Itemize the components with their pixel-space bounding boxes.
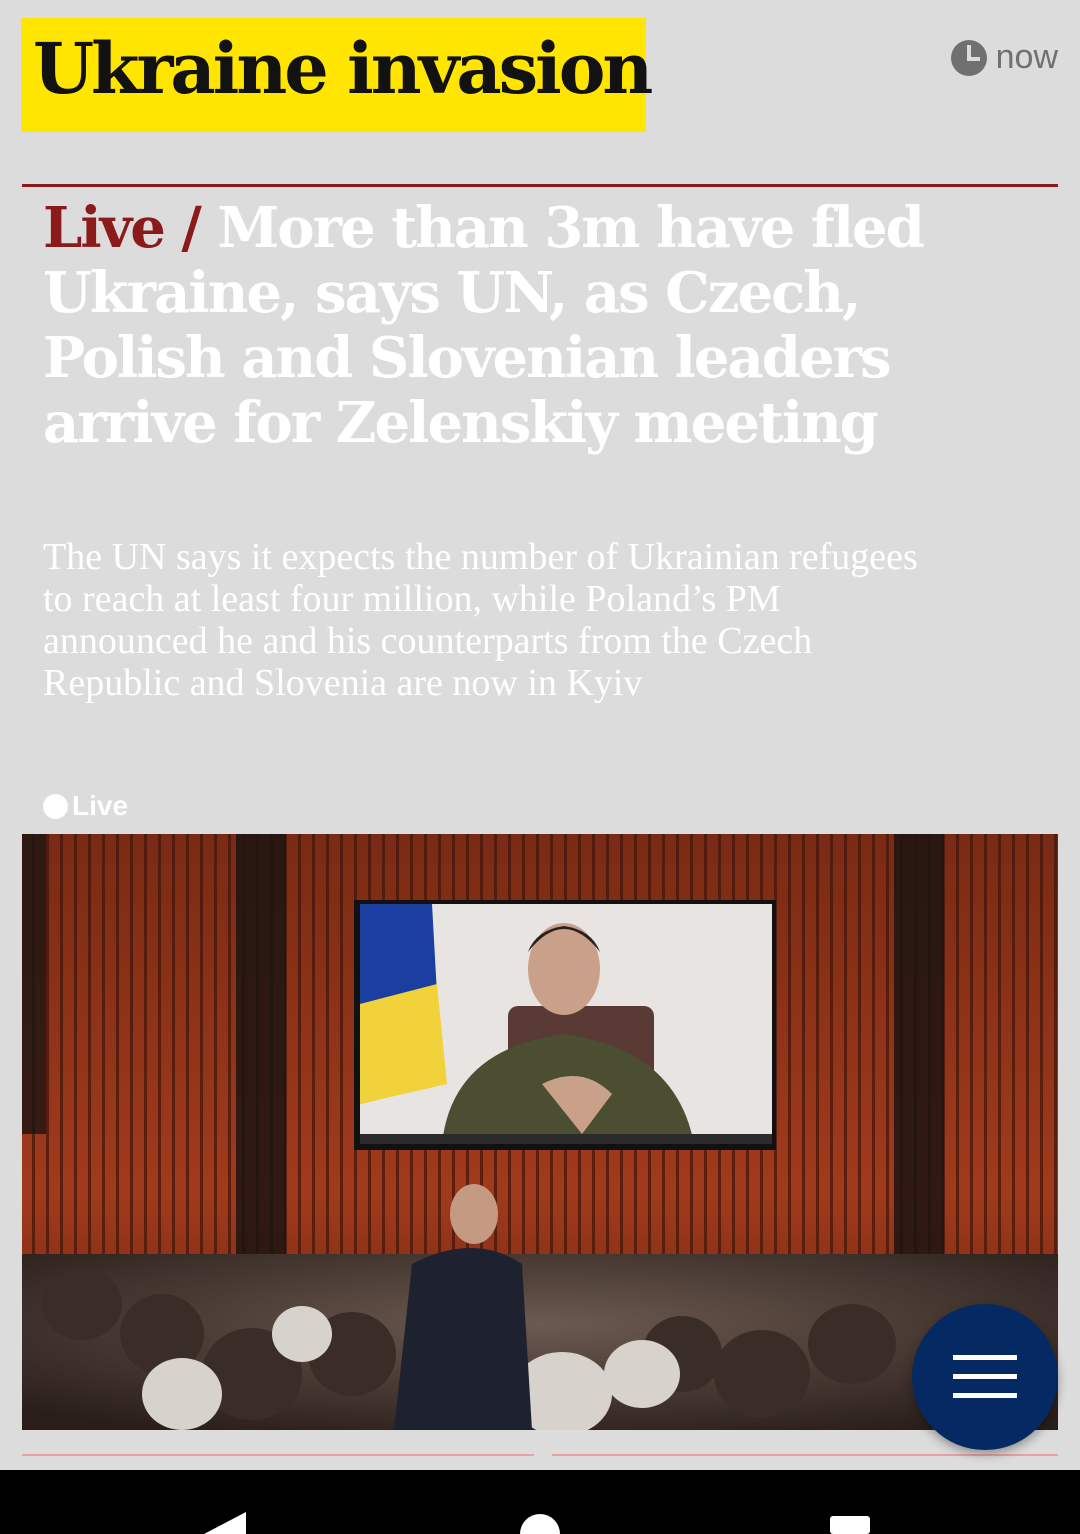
- timestamp-label: now: [995, 38, 1058, 76]
- headline-divider: [22, 184, 1058, 187]
- menu-button[interactable]: [912, 1304, 1058, 1450]
- live-dot-icon: [43, 793, 68, 819]
- divider-left: [22, 1454, 534, 1456]
- live-badge: Live: [43, 790, 128, 822]
- photo-illustration: [22, 834, 1058, 1430]
- article-card[interactable]: Ukraine invasion now Live / More than 3m…: [0, 0, 1080, 1534]
- system-navigation-bar: [0, 1470, 1080, 1534]
- timestamp: now: [950, 38, 1058, 77]
- back-icon[interactable]: [200, 1512, 246, 1534]
- live-badge-label: Live: [72, 790, 129, 821]
- home-icon[interactable]: [520, 1514, 560, 1534]
- divider-right: [552, 1454, 1058, 1456]
- hamburger-menu-icon: [953, 1355, 1017, 1398]
- headline[interactable]: Live / More than 3m have fled Ukraine, s…: [43, 196, 1043, 456]
- section-kicker: Ukraine invasion: [21, 18, 653, 132]
- recents-icon[interactable]: [830, 1514, 870, 1534]
- article-photo[interactable]: [22, 834, 1058, 1430]
- live-tag: Live /: [43, 195, 202, 261]
- standfirst: The UN says it expects the number of Ukr…: [43, 536, 918, 704]
- clock-icon: [950, 39, 987, 76]
